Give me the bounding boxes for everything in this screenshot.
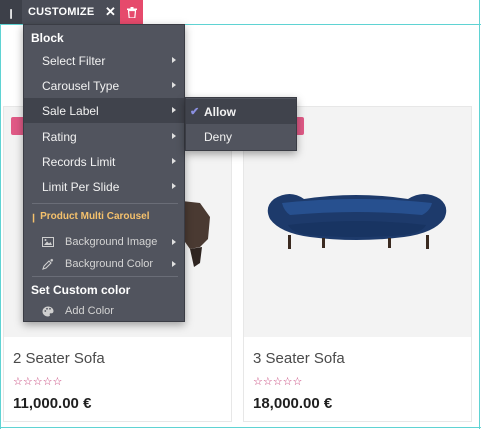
move-handle-icon: ꞁ [32,211,36,223]
rating-stars: ☆☆☆☆☆ [253,376,303,388]
caret-right-icon [172,158,176,164]
sale-label-submenu: ✔ Allow Deny [185,97,297,151]
menu-item-limit-per-slide[interactable]: Limit Per Slide [24,174,184,199]
submenu-option-label: Deny [204,129,233,144]
close-icon[interactable]: ✕ [100,0,120,24]
menu-divider [32,276,178,277]
caret-right-icon [172,239,176,245]
caret-right-icon [172,261,176,267]
eyedropper-icon [42,258,54,270]
menu-item-select-filter[interactable]: Select Filter [24,48,184,73]
editor-guide-left [0,0,1,429]
product-card[interactable]: 3 Seater Sofa ☆☆☆☆☆ 18,000.00 € [243,106,472,422]
trash-icon [126,6,137,18]
menu-item-background-color[interactable]: Background Color [24,253,184,275]
menu-item-label: Rating [42,129,77,144]
add-color-button[interactable]: Add Color [24,300,184,322]
customize-toolbar: ꞁ CUSTOMIZE ✕ [0,0,144,24]
menu-item-carousel-type[interactable]: Carousel Type [24,73,184,98]
menu-item-label: Select Filter [42,53,106,68]
product-name[interactable]: 3 Seater Sofa [253,350,345,367]
menu-divider [32,203,178,204]
customize-button[interactable]: CUSTOMIZE [22,0,100,24]
add-color-label: Add Color [65,305,114,317]
menu-item-label: Limit Per Slide [42,179,120,194]
product-name[interactable]: 2 Seater Sofa [13,350,105,367]
image-icon [42,236,54,248]
checkmark-icon: ✔ [190,106,200,118]
block-heading: Block [31,31,64,45]
menu-item-label: Sale Label [42,103,99,118]
menu-item-label: Carousel Type [42,78,120,93]
rating-stars: ☆☆☆☆☆ [13,376,63,388]
menu-item-label: Records Limit [42,154,116,169]
move-handle-icon[interactable]: ꞁ [0,0,22,24]
menu-item-records-limit[interactable]: Records Limit [24,149,184,174]
submenu-option-deny[interactable]: Deny [186,124,296,149]
menu-item-background-image[interactable]: Background Image [24,231,184,253]
caret-right-icon [172,133,176,139]
product-price: 18,000.00 € [253,395,333,412]
delete-button[interactable] [120,0,144,24]
caret-right-icon [172,82,176,88]
menu-item-rating[interactable]: Rating [24,124,184,149]
caret-right-icon [172,57,176,63]
caret-right-icon [172,107,176,113]
customize-menu: Block Select Filter Carousel Type Sale L… [23,24,185,322]
menu-item-label: Background Image [65,236,158,248]
editor-guide-right [479,0,480,429]
snippet-name-label: Product Multi Carousel [40,211,150,222]
submenu-option-label: Allow [204,104,236,119]
palette-icon [42,305,54,317]
editor-guide-bottom [0,427,481,428]
custom-color-heading: Set Custom color [31,283,131,297]
menu-item-label: Background Color [65,258,154,270]
caret-right-icon [172,183,176,189]
submenu-option-allow[interactable]: ✔ Allow [186,99,296,124]
product-price: 11,000.00 € [13,395,92,412]
snippet-name: ꞁ Product Multi Carousel [32,210,150,223]
menu-item-sale-label[interactable]: Sale Label [24,98,184,123]
